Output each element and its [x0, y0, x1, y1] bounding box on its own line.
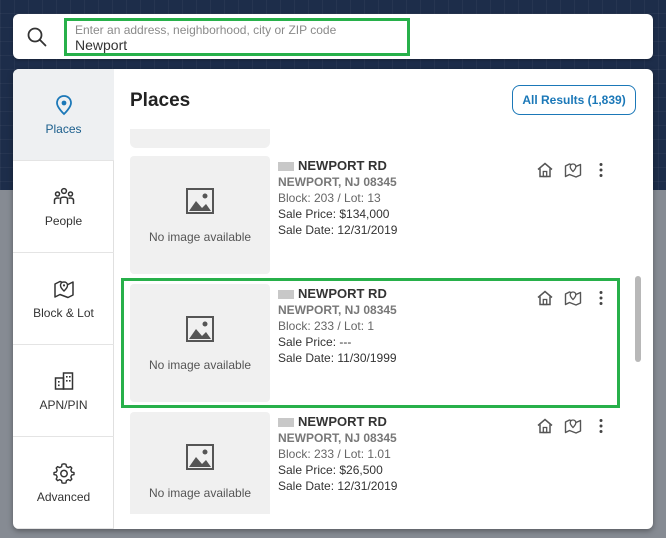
- search-input[interactable]: Enter an address, neighborhood, city or …: [64, 18, 410, 56]
- sidebar-item-places[interactable]: Places: [13, 69, 114, 161]
- street-address[interactable]: NEWPORT RD: [298, 286, 387, 302]
- sidebar-item-advanced[interactable]: Advanced: [13, 437, 114, 529]
- list-item[interactable]: No image available NEWPORT RD NEWPORT, N…: [130, 156, 626, 274]
- map-pin-icon: [53, 280, 74, 298]
- home-icon[interactable]: [535, 160, 555, 180]
- redacted-house-number: [278, 417, 294, 427]
- more-options-icon[interactable]: [591, 416, 611, 436]
- map-pin-icon[interactable]: [563, 416, 583, 436]
- city-state-zip: NEWPORT, NJ 08345: [278, 303, 397, 317]
- image-icon: [186, 444, 214, 470]
- more-options-icon[interactable]: [591, 160, 611, 180]
- search-value[interactable]: Newport: [75, 37, 399, 53]
- location-pin-icon: [55, 94, 72, 115]
- no-image-label: No image available: [148, 358, 252, 372]
- all-results-button[interactable]: All Results (1,839): [512, 85, 636, 115]
- sale-price: Sale Price: $26,500: [278, 463, 383, 477]
- list-item[interactable]: No image available NEWPORT RD NEWPORT, N…: [130, 284, 626, 402]
- gear-icon: [52, 462, 75, 484]
- scrollbar-thumb[interactable]: [635, 276, 641, 362]
- sidebar-item-block-lot[interactable]: Block & Lot: [13, 253, 114, 345]
- more-options-icon[interactable]: [591, 288, 611, 308]
- image-icon: [186, 188, 214, 214]
- sale-date: Sale Date: 11/30/1999: [278, 351, 397, 365]
- no-image-placeholder: No image available: [130, 412, 270, 514]
- buildings-icon: [54, 371, 73, 390]
- home-icon[interactable]: [535, 288, 555, 308]
- city-state-zip: NEWPORT, NJ 08345: [278, 431, 397, 445]
- sidebar-item-apn-pin[interactable]: APN/PIN: [13, 345, 114, 437]
- no-image-label: No image available: [148, 230, 252, 244]
- sidebar-item-label: Advanced: [36, 489, 91, 504]
- sidebar-item-label: Places: [45, 121, 82, 136]
- street-address[interactable]: NEWPORT RD: [298, 158, 387, 174]
- no-image-placeholder: No image available: [130, 284, 270, 402]
- results-list: No image available NEWPORT RD NEWPORT, N…: [130, 129, 626, 514]
- street-address[interactable]: NEWPORT RD: [298, 414, 387, 430]
- search-icon[interactable]: [27, 27, 47, 47]
- city-state-zip: NEWPORT, NJ 08345: [278, 175, 397, 189]
- block-lot: Block: 233 / Lot: 1.01: [278, 447, 391, 461]
- search-bar: Enter an address, neighborhood, city or …: [13, 14, 653, 59]
- search-placeholder: Enter an address, neighborhood, city or …: [75, 23, 337, 37]
- list-item[interactable]: No image available NEWPORT RD NEWPORT, N…: [130, 412, 626, 514]
- page-title: Places: [130, 90, 191, 111]
- image-icon: [186, 316, 214, 342]
- redacted-house-number: [278, 161, 294, 171]
- sidebar: Places People Block & Lot APN/PIN Advanc…: [13, 69, 114, 529]
- map-pin-icon[interactable]: [563, 160, 583, 180]
- no-image-label: No image available: [148, 486, 252, 500]
- sale-date: Sale Date: 12/31/2019: [278, 479, 398, 493]
- sidebar-item-label: Block & Lot: [33, 305, 94, 320]
- sidebar-item-label: APN/PIN: [39, 397, 88, 412]
- results-panel: Places People Block & Lot APN/PIN Advanc…: [13, 69, 653, 529]
- no-image-placeholder: No image available: [130, 156, 270, 274]
- sale-price: Sale Price: $134,000: [278, 207, 390, 221]
- sale-date: Sale Date: 12/31/2019: [278, 223, 398, 237]
- people-icon: [53, 187, 74, 204]
- redacted-house-number: [278, 289, 294, 299]
- block-lot: Block: 203 / Lot: 13: [278, 191, 381, 205]
- list-item-partial: [130, 129, 270, 148]
- home-icon[interactable]: [535, 416, 555, 436]
- sale-price: Sale Price: ---: [278, 335, 352, 349]
- places-content: Places All Results (1,839) No image avai…: [114, 69, 653, 529]
- block-lot: Block: 233 / Lot: 1: [278, 319, 375, 333]
- sidebar-item-label: People: [44, 213, 83, 228]
- map-pin-icon[interactable]: [563, 288, 583, 308]
- sidebar-item-people[interactable]: People: [13, 161, 114, 253]
